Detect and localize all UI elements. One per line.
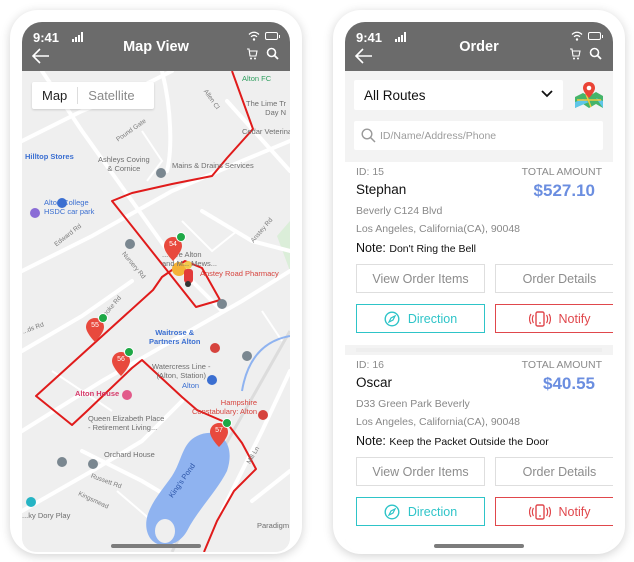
search-icon[interactable]: [266, 47, 279, 60]
compass-icon: [384, 503, 400, 520]
order-view-screen: 9:41 Order All Routes ID: 15: [345, 22, 613, 552]
place-label[interactable]: ...ky Dory Play: [22, 511, 70, 520]
home-indicator: [111, 544, 201, 548]
stop-number: 55: [91, 322, 99, 329]
search-input[interactable]: [380, 121, 595, 150]
cart-icon[interactable]: [569, 48, 581, 60]
address-line-1: Beverly C124 Blvd: [356, 205, 443, 217]
note-text: Don't Ring the Bell: [389, 243, 477, 255]
map-background: [22, 71, 290, 552]
order-id: ID: 15: [356, 166, 385, 178]
order-details-button[interactable]: Order Details: [495, 264, 613, 293]
phone-vibrate-icon: [528, 310, 551, 327]
order-details-button[interactable]: Order Details: [495, 457, 613, 486]
notify-button[interactable]: Notify: [495, 304, 613, 333]
route-filter-value: All Routes: [364, 88, 426, 103]
order-amount: $40.55: [543, 374, 595, 393]
place-label[interactable]: Waitrose & Partners Alton: [149, 328, 200, 346]
button-label: Notify: [558, 504, 591, 519]
total-amount-label: TOTAL AMOUNT: [521, 359, 602, 371]
button-label: Direction: [407, 504, 458, 519]
button-label: Notify: [558, 311, 591, 326]
stop-marker[interactable]: 55: [86, 313, 108, 342]
stop-marker[interactable]: 54: [164, 232, 186, 261]
completed-check-icon: [98, 313, 108, 323]
completed-check-icon: [176, 232, 186, 242]
note-label: Note:: [356, 241, 386, 255]
total-amount-label: TOTAL AMOUNT: [521, 166, 602, 178]
phone-vibrate-icon: [528, 503, 551, 520]
place-label[interactable]: Hilltop Stores: [25, 152, 74, 161]
place-label[interactable]: Watercress Line - (Alton, Station): [152, 362, 211, 380]
search-icon[interactable]: [589, 47, 602, 60]
view-order-items-button[interactable]: View Order Items: [356, 457, 485, 486]
completed-check-icon: [222, 418, 232, 428]
compass-icon: [384, 310, 400, 327]
cart-icon[interactable]: [246, 48, 258, 60]
stop-marker[interactable]: 56: [112, 347, 134, 376]
order-note: Note: Keep the Packet Outside the Door: [356, 434, 549, 448]
button-label: Order Details: [522, 271, 597, 286]
place-label[interactable]: Queen Elizabeth Place - Retirement Livin…: [88, 414, 164, 432]
order-amount: $527.10: [533, 181, 595, 200]
stop-number: 57: [215, 427, 223, 434]
app-header: 9:41 Map View: [22, 22, 290, 71]
address-line-2: Los Angeles, California(CA), 90048: [356, 223, 521, 235]
button-label: Order Details: [522, 464, 597, 479]
place-label[interactable]: Alton FC: [242, 74, 271, 83]
order-card: ID: 15 TOTAL AMOUNT Stephan $527.10 Beve…: [345, 162, 613, 345]
order-view-phone: 9:41 Order All Routes ID: 15: [333, 10, 625, 554]
order-note: Note: Don't Ring the Bell: [356, 241, 476, 255]
customer-name: Stephan: [356, 182, 407, 197]
place-label[interactable]: Orchard House: [104, 450, 155, 459]
route-filter-dropdown[interactable]: All Routes: [354, 80, 563, 110]
stop-marker[interactable]: 57: [210, 418, 232, 447]
chevron-down-icon: [541, 90, 553, 98]
order-id: ID: 16: [356, 359, 385, 371]
place-label[interactable]: The Lime Tr Day N: [246, 99, 286, 117]
view-order-items-button[interactable]: View Order Items: [356, 264, 485, 293]
place-label[interactable]: Cedar Veterina: [242, 127, 290, 136]
order-search: [354, 121, 603, 150]
map-type-map[interactable]: Map: [32, 82, 77, 109]
direction-button[interactable]: Direction: [356, 497, 485, 526]
place-label[interactable]: Ashleys Coving & Cornice: [98, 155, 150, 173]
completed-check-icon: [124, 347, 134, 357]
place-label[interactable]: Alton House: [75, 389, 119, 398]
address-line-2: Los Angeles, California(CA), 90048: [356, 416, 521, 428]
place-label[interactable]: Mains & Drains Services: [172, 161, 254, 170]
place-label[interactable]: Anstey Road Pharmacy: [200, 269, 279, 278]
place-label[interactable]: Alton College HSDC car park: [44, 198, 94, 216]
search-icon: [361, 128, 376, 143]
stop-number: 56: [117, 356, 125, 363]
button-label: View Order Items: [372, 464, 469, 479]
stop-number: 54: [169, 241, 177, 248]
button-label: Direction: [407, 311, 458, 326]
card-divider: [356, 348, 602, 352]
map-view-phone: Map Satellite Alton FC The Lime Tr Day N…: [10, 10, 302, 554]
note-label: Note:: [356, 434, 386, 448]
map-view-icon[interactable]: [573, 80, 605, 112]
note-text: Keep the Packet Outside the Door: [389, 436, 549, 448]
place-label[interactable]: Paradigm: [257, 521, 289, 530]
direction-button[interactable]: Direction: [356, 304, 485, 333]
customer-name: Oscar: [356, 375, 393, 390]
map-type-satellite[interactable]: Satellite: [78, 82, 144, 109]
button-label: View Order Items: [372, 271, 469, 286]
address-line-1: D33 Green Park Beverly: [356, 398, 470, 410]
order-card: ID: 16 TOTAL AMOUNT Oscar $40.55 D33 Gre…: [345, 355, 613, 552]
map-canvas[interactable]: Map Satellite Alton FC The Lime Tr Day N…: [22, 71, 290, 552]
map-view-screen: Map Satellite Alton FC The Lime Tr Day N…: [22, 22, 290, 552]
place-label[interactable]: Hampshire Constabulary: Alton: [192, 398, 257, 416]
home-indicator: [434, 544, 524, 548]
place-label[interactable]: Alton: [182, 381, 199, 390]
app-header: 9:41 Order: [345, 22, 613, 71]
notify-button[interactable]: Notify: [495, 497, 613, 526]
map-type-toggle: Map Satellite: [32, 82, 154, 109]
